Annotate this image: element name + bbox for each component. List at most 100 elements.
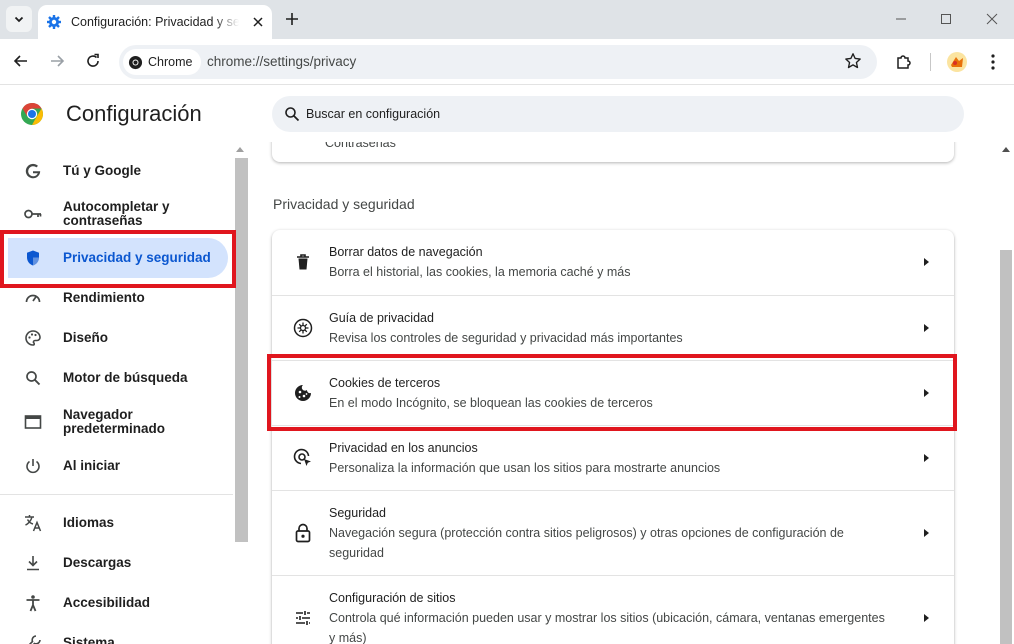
settings-header: Configuración — [0, 86, 1014, 142]
arrow-left-icon — [13, 55, 27, 67]
previous-card-text[interactable]: Contraseñas — [325, 142, 396, 150]
row-title: Borrar datos de navegación — [329, 245, 483, 259]
wrench-icon — [22, 632, 44, 644]
palette-icon — [22, 327, 44, 349]
sidebar-scrollbar[interactable] — [233, 142, 248, 644]
sidebar-item-label: Tú y Google — [63, 163, 142, 178]
row-site-settings[interactable]: Configuración de sitios Controla qué inf… — [272, 575, 954, 644]
sidebar-item-performance[interactable]: Rendimiento — [0, 287, 233, 309]
search-input[interactable] — [306, 107, 906, 121]
ad-privacy-icon — [292, 447, 314, 469]
site-info-chip[interactable]: Chrome — [123, 49, 201, 75]
row-subtitle: Personaliza la información que usan los … — [329, 461, 721, 475]
sidebar-scrollbar-thumb[interactable] — [235, 158, 248, 542]
sidebar-item-languages[interactable]: Idiomas — [0, 512, 233, 534]
row-security[interactable]: Seguridad Navegación segura (protección … — [272, 490, 954, 575]
reload-button[interactable] — [82, 50, 104, 72]
previous-card: Contraseñas — [272, 142, 954, 162]
page-title: Configuración — [66, 101, 202, 126]
back-button[interactable] — [10, 50, 32, 72]
row-ad-privacy[interactable]: Privacidad en los anuncios Personaliza l… — [272, 425, 954, 490]
avatar-icon — [947, 52, 967, 72]
translate-icon — [22, 512, 44, 534]
sidebar-item-accessibility[interactable]: Accesibilidad — [0, 592, 233, 614]
settings-search[interactable] — [272, 96, 964, 132]
toolbar-separator — [930, 53, 931, 71]
sidebar-item-label: Navegador predeterminado — [63, 407, 166, 436]
chrome-menu-button[interactable] — [981, 50, 1005, 74]
window-close-button[interactable] — [982, 9, 1002, 29]
sidebar-item-label: Descargas — [63, 555, 132, 570]
scroll-up-arrow-icon[interactable] — [1002, 147, 1010, 152]
scroll-up-arrow-icon[interactable] — [236, 147, 244, 152]
sidebar-item-downloads[interactable]: Descargas — [0, 552, 233, 574]
sidebar-item-label: Autocompletar y contraseñas — [63, 199, 170, 228]
new-tab-button[interactable] — [281, 8, 303, 30]
sidebar-item-search-engine[interactable]: Motor de búsqueda — [0, 367, 233, 389]
arrow-right-icon — [924, 529, 929, 537]
maximize-icon — [941, 14, 951, 24]
chrome-logo-icon — [21, 103, 43, 125]
tab-search-button[interactable] — [6, 6, 32, 32]
sidebar-item-you-and-google[interactable]: Tú y Google — [0, 160, 233, 182]
bookmark-star-icon[interactable] — [844, 52, 862, 70]
lock-icon — [292, 522, 314, 544]
browser-tab[interactable]: Configuración: Privacidad y seguridad — [38, 5, 272, 39]
search-icon — [22, 367, 44, 389]
arrow-right-icon — [924, 324, 929, 332]
highlight-box-cookies — [267, 354, 957, 431]
sidebar-item-autofill[interactable]: Autocompletar y contraseñas — [0, 198, 233, 230]
google-icon — [22, 160, 44, 182]
trash-icon — [292, 251, 314, 273]
close-icon[interactable] — [252, 16, 264, 28]
speedometer-icon — [22, 287, 44, 309]
reload-icon — [87, 53, 99, 67]
arrow-right-icon — [51, 55, 65, 67]
section-title: Privacidad y seguridad — [273, 196, 415, 212]
key-icon — [22, 203, 44, 225]
sidebar-divider — [0, 494, 233, 495]
chevron-down-icon — [14, 16, 24, 23]
minimize-button[interactable] — [891, 9, 911, 29]
chrome-icon — [128, 55, 143, 69]
sidebar-item-system[interactable]: Sistema — [0, 632, 233, 644]
sidebar-item-label: Al iniciar — [63, 458, 121, 473]
forward-button[interactable] — [46, 50, 68, 72]
plus-icon — [286, 13, 298, 25]
sidebar-item-label: Idiomas — [63, 515, 115, 530]
row-subtitle: Revisa los controles de seguridad y priv… — [329, 331, 683, 345]
sidebar-item-label: Accesibilidad — [63, 595, 151, 610]
row-privacy-guide[interactable]: Guía de privacidad Revisa los controles … — [272, 295, 954, 360]
privacy-card: Borrar datos de navegación Borra el hist… — [272, 230, 954, 644]
tune-icon — [292, 607, 314, 629]
sidebar-item-label: Motor de búsqueda — [63, 370, 188, 385]
sidebar-item-label: Sistema — [63, 635, 115, 644]
sidebar-item-label: Rendimiento — [63, 290, 145, 305]
extensions-button[interactable] — [892, 50, 916, 74]
sidebar-item-appearance[interactable]: Diseño — [0, 327, 233, 349]
main-scrollbar-thumb[interactable] — [1000, 250, 1012, 644]
search-icon — [285, 107, 300, 122]
row-subtitle: Navegación segura (protección contra sit… — [329, 526, 844, 560]
maximize-button[interactable] — [936, 9, 956, 29]
download-icon — [22, 552, 44, 574]
address-bar[interactable]: Chrome chrome://settings/privacy — [119, 45, 877, 79]
power-icon — [22, 455, 44, 477]
url-text[interactable]: chrome://settings/privacy — [207, 54, 356, 69]
sidebar-item-on-startup[interactable]: Al iniciar — [0, 455, 233, 477]
sidebar-item-label: Diseño — [63, 330, 109, 345]
row-subtitle: Controla qué información pueden usar y m… — [329, 611, 885, 644]
row-title: Guía de privacidad — [329, 311, 434, 325]
accessibility-icon — [22, 592, 44, 614]
settings-sidebar: Tú y Google Autocompletar y contraseñas … — [0, 142, 233, 644]
close-icon — [986, 13, 998, 25]
main-scrollbar[interactable] — [998, 142, 1014, 644]
row-title: Seguridad — [329, 506, 386, 520]
privacy-guide-icon — [292, 317, 314, 339]
row-clear-browsing-data[interactable]: Borrar datos de navegación Borra el hist… — [272, 230, 954, 295]
browser-toolbar: Chrome chrome://settings/privacy — [0, 39, 1014, 85]
more-vert-icon — [991, 54, 995, 70]
sidebar-item-default-browser[interactable]: Navegador predeterminado — [0, 406, 233, 438]
title-bar: Configuración: Privacidad y seguridad — [0, 0, 1014, 39]
profile-avatar[interactable] — [945, 50, 969, 74]
